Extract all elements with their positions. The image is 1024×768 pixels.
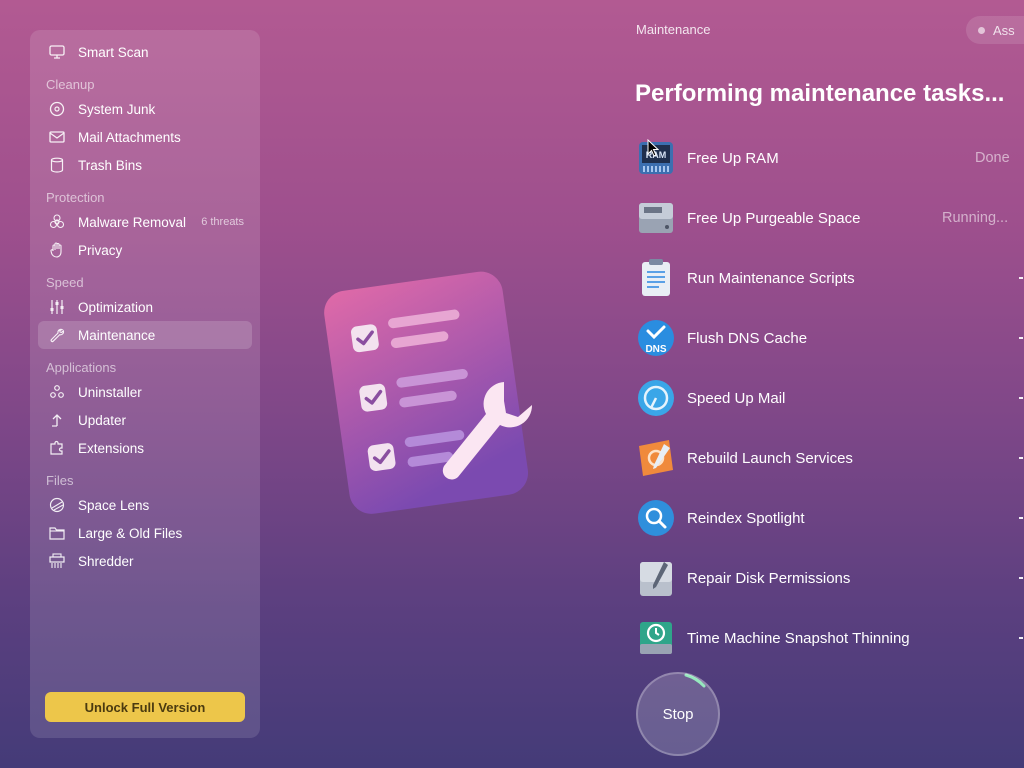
- sidebar-item-large-old-files[interactable]: Large & Old Files: [38, 519, 252, 547]
- section-protection: Protection: [46, 190, 105, 205]
- shredder-icon: [48, 552, 66, 570]
- drive-icon: [639, 203, 673, 233]
- sidebar-item-label: Trash Bins: [78, 157, 143, 173]
- pending-indicator: [1019, 517, 1023, 519]
- sidebar-item-mail-attachments[interactable]: Mail Attachments: [38, 123, 252, 151]
- dns-icon: DNS: [638, 320, 674, 356]
- pending-indicator: [1019, 457, 1023, 459]
- sidebar-item-trash-bins[interactable]: Trash Bins: [38, 151, 252, 179]
- sidebar-item-smart-scan[interactable]: Smart Scan: [38, 38, 252, 66]
- disc-icon: [48, 100, 66, 118]
- task-row: Free Up Purgeable Space Running...: [636, 196, 1024, 240]
- assistant-button[interactable]: Ass: [966, 16, 1024, 44]
- sidebar-item-privacy[interactable]: Privacy: [38, 236, 252, 264]
- folder-icon: [48, 524, 66, 542]
- task-row: Time Machine Snapshot Thinning: [636, 616, 1024, 660]
- sidebar-item-label: Large & Old Files: [78, 525, 183, 541]
- task-label: Reindex Spotlight: [687, 509, 805, 527]
- update-arrow-icon: [48, 411, 66, 429]
- task-row: Speed Up Mail: [636, 376, 1024, 420]
- mouse-cursor-icon: [647, 139, 659, 157]
- section-speed: Speed: [46, 275, 84, 290]
- envelope-icon: [48, 128, 66, 146]
- sidebar-item-label: Shredder: [78, 553, 134, 569]
- breadcrumb: Maintenance: [636, 22, 711, 37]
- assistant-label: Ass: [993, 22, 1015, 38]
- extension-icon: [48, 439, 66, 457]
- page-title: Performing maintenance tasks...: [635, 80, 1005, 107]
- task-label: Repair Disk Permissions: [687, 569, 851, 587]
- wrench-icon: [48, 326, 66, 344]
- sidebar-item-uninstaller[interactable]: Uninstaller: [38, 378, 252, 406]
- sidebar-item-label: Uninstaller: [78, 384, 142, 400]
- task-status: Done: [975, 150, 1010, 166]
- sidebar-item-label: Malware Removal: [78, 214, 187, 230]
- monitor-icon: [48, 43, 66, 61]
- maintenance-illustration-icon: [324, 271, 533, 514]
- task-row: Run Maintenance Scripts: [636, 256, 1024, 300]
- mail-stamp-icon: [638, 380, 674, 416]
- task-label: Run Maintenance Scripts: [687, 269, 855, 287]
- task-status: Running...: [942, 210, 1009, 226]
- pending-indicator: [1019, 577, 1023, 579]
- sidebar-item-maintenance[interactable]: Maintenance: [38, 321, 252, 349]
- threats-badge: 6 threats: [201, 216, 244, 228]
- task-row: DNS Flush DNS Cache: [636, 316, 1024, 360]
- status-dot-icon: [978, 26, 985, 34]
- launch-services-icon: [639, 440, 673, 476]
- uninstaller-icon: [48, 383, 66, 401]
- task-row: RAM Free Up RAM Done: [636, 136, 1024, 180]
- task-row: Rebuild Launch Services: [636, 436, 1024, 480]
- section-files: Files: [46, 473, 74, 488]
- hand-icon: [48, 241, 66, 259]
- stop-button[interactable]: Stop: [636, 672, 720, 756]
- trash-icon: [48, 156, 66, 174]
- task-label: Time Machine Snapshot Thinning: [687, 629, 910, 647]
- sidebar: Smart Scan Cleanup System Junk Mail Atta…: [30, 30, 260, 738]
- sidebar-item-malware-removal[interactable]: Malware Removal 6 threats: [38, 208, 252, 236]
- sidebar-item-updater[interactable]: Updater: [38, 406, 252, 434]
- sidebar-item-extensions[interactable]: Extensions: [38, 434, 252, 462]
- task-label: Free Up RAM: [687, 149, 779, 167]
- pending-indicator: [1019, 337, 1023, 339]
- time-machine-icon: [640, 622, 672, 654]
- task-label: Free Up Purgeable Space: [687, 209, 861, 227]
- sidebar-item-space-lens[interactable]: Space Lens: [38, 491, 252, 519]
- spotlight-icon: [638, 500, 674, 536]
- sidebar-item-system-junk[interactable]: System Junk: [38, 95, 252, 123]
- section-applications: Applications: [46, 360, 117, 375]
- section-cleanup: Cleanup: [46, 77, 95, 92]
- task-label: Flush DNS Cache: [687, 329, 808, 347]
- space-lens-icon: [48, 496, 66, 514]
- task-row: Reindex Spotlight: [636, 496, 1024, 540]
- task-row: Repair Disk Permissions: [636, 556, 1024, 600]
- clipboard-icon: [642, 259, 670, 296]
- sidebar-item-label: Maintenance: [78, 327, 156, 343]
- task-label: Speed Up Mail: [687, 389, 786, 407]
- sidebar-item-label: Smart Scan: [78, 44, 149, 60]
- sidebar-item-label: Privacy: [78, 242, 123, 258]
- unlock-full-version-button[interactable]: Unlock Full Version: [45, 692, 245, 722]
- pending-indicator: [1019, 277, 1023, 279]
- sidebar-item-label: Updater: [78, 412, 127, 428]
- disk-utility-icon: [640, 562, 672, 596]
- sidebar-item-optimization[interactable]: Optimization: [38, 293, 252, 321]
- dns-icon-text: DNS: [645, 344, 666, 355]
- pending-indicator: [1019, 637, 1023, 639]
- sidebar-item-label: System Junk: [78, 101, 156, 117]
- task-label: Rebuild Launch Services: [687, 449, 853, 467]
- pending-indicator: [1019, 397, 1023, 399]
- sidebar-item-shredder[interactable]: Shredder: [38, 547, 252, 575]
- biohazard-icon: [48, 213, 66, 231]
- sliders-icon: [48, 298, 66, 316]
- sidebar-item-label: Optimization: [78, 299, 154, 315]
- sidebar-item-label: Space Lens: [78, 497, 150, 513]
- sidebar-item-label: Mail Attachments: [78, 129, 181, 145]
- sidebar-item-label: Extensions: [78, 440, 145, 456]
